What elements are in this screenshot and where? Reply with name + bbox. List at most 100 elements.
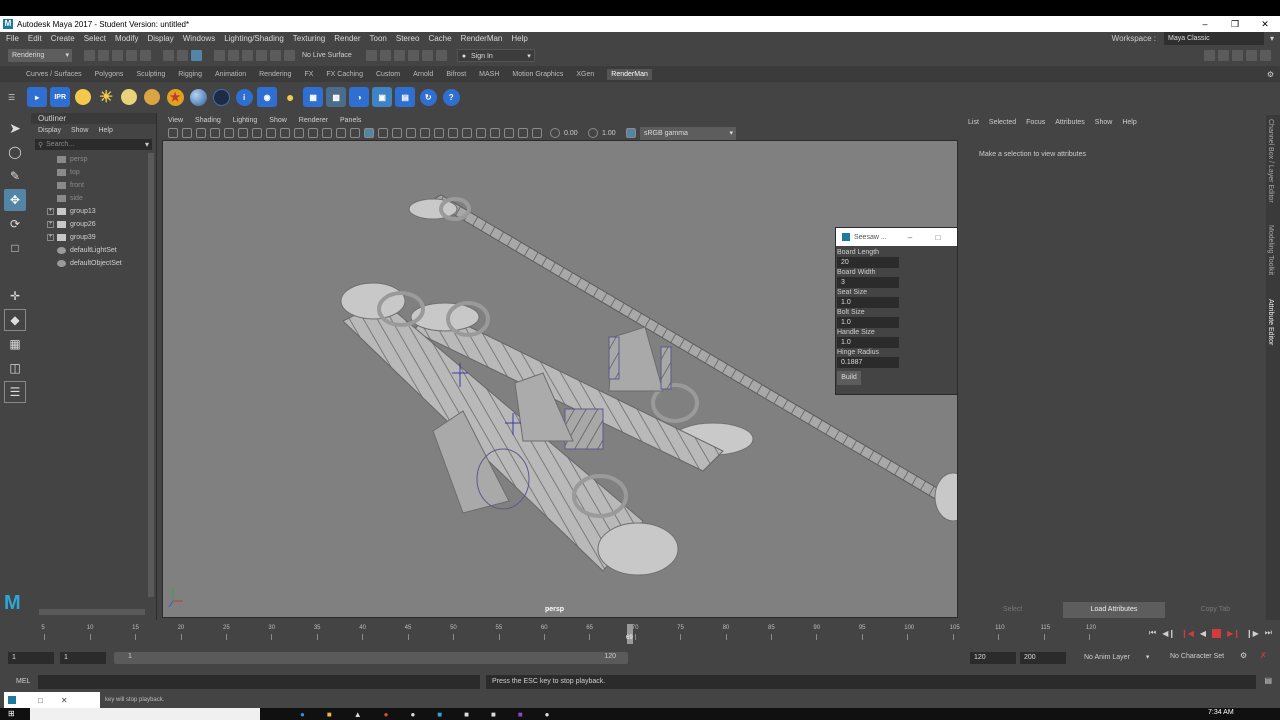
- dome-light-icon[interactable]: [142, 87, 162, 107]
- taskbar-chrome-icon[interactable]: ●: [384, 710, 389, 719]
- outliner-item[interactable]: + group13: [31, 205, 156, 218]
- colorspace-select[interactable]: sRGB gamma ▾: [640, 126, 736, 140]
- field-input-board-length[interactable]: 20: [837, 257, 899, 268]
- shelf-menu-icon[interactable]: ☰: [8, 93, 15, 102]
- field-chart-icon[interactable]: [308, 128, 318, 138]
- taskbar-app2-icon[interactable]: ■: [464, 710, 469, 719]
- side-tab-modeling-toolkit[interactable]: Modeling Toolkit: [1267, 225, 1274, 275]
- time-slider[interactable]: 5 10 15 20 25 30 35 40 45 50 55 60 65 70 75 80 85 90 95 100…: [0, 622, 1280, 646]
- attr-menu-help[interactable]: Help: [1122, 119, 1136, 126]
- menu-windows[interactable]: Windows: [183, 34, 215, 43]
- scale-tool-icon[interactable]: □: [4, 237, 26, 259]
- gamma-value[interactable]: 1.00: [602, 130, 626, 137]
- go-to-start-icon[interactable]: ⏮: [1149, 628, 1156, 638]
- field-input-board-width[interactable]: 3: [837, 277, 899, 288]
- textures-icon[interactable]: [392, 128, 402, 138]
- outliner-menu-show[interactable]: Show: [71, 127, 89, 134]
- attribute-editor-toggle-icon[interactable]: [1232, 49, 1243, 61]
- shelf-tab-xgen[interactable]: XGen: [576, 71, 594, 78]
- shelf-tab-rigging[interactable]: Rigging: [178, 71, 202, 78]
- taskbar-app3-icon[interactable]: ■: [491, 710, 496, 719]
- depth-of-field-icon[interactable]: [476, 128, 486, 138]
- snap-point-icon[interactable]: [242, 49, 253, 61]
- last-tool-icon[interactable]: ✛: [4, 285, 26, 307]
- viewport-menu-show[interactable]: Show: [269, 117, 287, 124]
- render-globals-icon[interactable]: ▩: [326, 87, 347, 107]
- shelf-tab-fx[interactable]: FX: [304, 71, 313, 78]
- menu-help[interactable]: Help: [511, 34, 527, 43]
- wireframe-icon[interactable]: [350, 128, 360, 138]
- copy-tab-button[interactable]: Copy Tab: [1165, 602, 1266, 618]
- shelf-tab-polygons[interactable]: Polygons: [95, 71, 124, 78]
- exposure-value[interactable]: 0.00: [564, 130, 588, 137]
- film-gate-icon[interactable]: [266, 128, 276, 138]
- render-settings-icon[interactable]: [407, 49, 419, 61]
- move-tool-icon[interactable]: ✥: [4, 189, 26, 211]
- outliner-item[interactable]: top: [31, 166, 156, 179]
- 2d-pan-icon[interactable]: [224, 128, 234, 138]
- minimize-button[interactable]: –: [1190, 19, 1220, 30]
- shelf-tab-fx-caching[interactable]: FX Caching: [326, 71, 363, 78]
- menu-cache[interactable]: Cache: [428, 34, 451, 43]
- image-tool-icon[interactable]: ▣: [372, 87, 393, 107]
- sun-light-icon[interactable]: ☀: [96, 87, 116, 107]
- shelf-tab-bifrost[interactable]: Bifrost: [446, 71, 466, 78]
- play-backwards-icon[interactable]: ◀: [1200, 629, 1206, 638]
- shelf-tab-curves-surfaces[interactable]: Curves / Surfaces: [26, 71, 82, 78]
- attr-menu-selected[interactable]: Selected: [989, 119, 1016, 126]
- end-time-field[interactable]: 200: [1020, 652, 1066, 664]
- outliner-menu-help[interactable]: Help: [98, 127, 112, 134]
- outliner-vscroll[interactable]: [148, 153, 154, 597]
- shelf-tab-sculpting[interactable]: Sculpting: [136, 71, 165, 78]
- hide-ui-icon[interactable]: [1218, 49, 1229, 61]
- menu-render[interactable]: Render: [334, 34, 360, 43]
- window-icon[interactable]: ▤: [395, 87, 416, 107]
- taskbar-folder-icon[interactable]: ■: [327, 710, 332, 719]
- select-hierarchy-icon[interactable]: [163, 49, 174, 61]
- bookmark-icon[interactable]: [196, 128, 206, 138]
- shelf-tab-renderman[interactable]: RenderMan: [607, 68, 652, 80]
- menu-stereo[interactable]: Stereo: [396, 34, 420, 43]
- xray-joints-icon[interactable]: [518, 128, 528, 138]
- outliner-menu-display[interactable]: Display: [38, 127, 61, 134]
- smooth-shade-icon[interactable]: [364, 128, 374, 138]
- start-icon[interactable]: ⊞: [8, 709, 15, 718]
- eye-icon[interactable]: ◉: [257, 87, 278, 107]
- script-editor-icon[interactable]: ▤: [1264, 676, 1272, 685]
- attr-menu-focus[interactable]: Focus: [1026, 119, 1045, 126]
- field-input-seat-size[interactable]: 1.0: [837, 297, 899, 308]
- step-back-frame-icon[interactable]: ❙◀: [1181, 629, 1194, 638]
- auto-key-icon[interactable]: ⚙: [1240, 651, 1247, 660]
- hypershade-icon[interactable]: [421, 49, 433, 61]
- outliner-search-box[interactable]: ⚲ Search... ▾: [35, 139, 152, 150]
- select-component-icon[interactable]: [191, 49, 202, 61]
- taskbar-search-box[interactable]: [30, 708, 260, 720]
- seesaw-maximize-button[interactable]: □: [924, 233, 952, 242]
- viewport-menu-panels[interactable]: Panels: [340, 117, 361, 124]
- outliner-item[interactable]: persp: [31, 153, 156, 166]
- menu-select[interactable]: Select: [84, 34, 106, 43]
- chip-close-icon[interactable]: ✕: [61, 696, 68, 705]
- select-tool-icon[interactable]: ➤: [4, 117, 26, 139]
- playback-end-field[interactable]: 120: [970, 652, 1016, 664]
- viewport-3d[interactable]: persp Seesaw ... – □ ✕ Board Length20Boa…: [162, 140, 958, 618]
- anim-layer-select[interactable]: No Anim Layer ▾: [1084, 653, 1149, 661]
- ipr-render-icon[interactable]: [393, 49, 405, 61]
- menuset-select[interactable]: Rendering ▾: [8, 48, 72, 62]
- menu-modify[interactable]: Modify: [115, 34, 139, 43]
- grease-pencil-icon[interactable]: [238, 128, 248, 138]
- color-management-icon[interactable]: [626, 128, 636, 138]
- safe-action-icon[interactable]: [322, 128, 332, 138]
- render-clapper-icon[interactable]: ▸: [27, 87, 48, 107]
- taskbar-app-icon[interactable]: ●: [410, 710, 415, 719]
- attr-menu-attributes[interactable]: Attributes: [1055, 119, 1085, 126]
- save-scene-icon[interactable]: [112, 49, 123, 61]
- shader-icon[interactable]: ◑: [349, 87, 370, 107]
- shelf-tab-rendering[interactable]: Rendering: [259, 71, 291, 78]
- snap-curve-icon[interactable]: [228, 49, 239, 61]
- grid-toggle-icon[interactable]: [252, 128, 262, 138]
- refresh-icon[interactable]: ↻: [418, 87, 438, 107]
- image-plane-icon[interactable]: [210, 128, 220, 138]
- seesaw-minimize-button[interactable]: –: [896, 233, 924, 242]
- character-set-select[interactable]: No Character Set: [1170, 653, 1224, 660]
